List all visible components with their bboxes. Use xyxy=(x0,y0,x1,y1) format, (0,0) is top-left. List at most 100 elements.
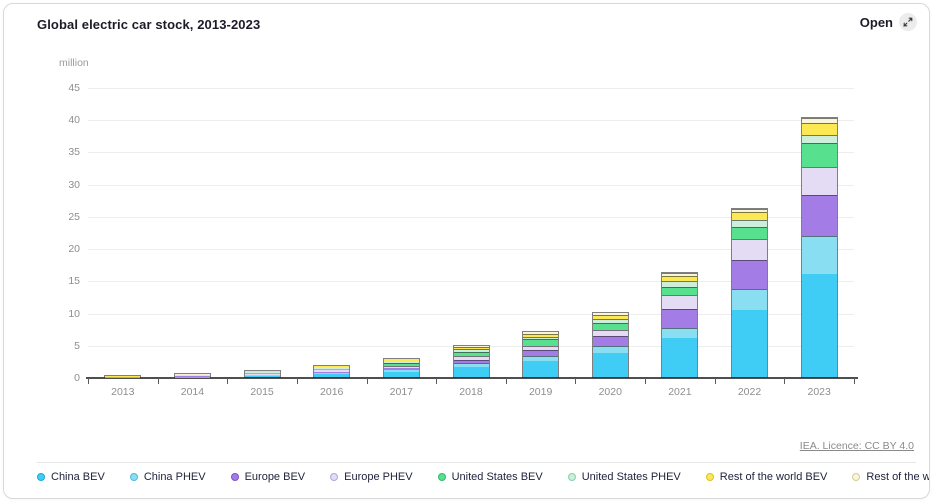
bar-segment[interactable] xyxy=(662,295,697,309)
legend-item[interactable]: China PHEV xyxy=(130,471,206,483)
stacked-bar-2017[interactable] xyxy=(383,358,420,378)
bar-segment[interactable] xyxy=(732,289,767,310)
gridline xyxy=(88,152,854,153)
x-axis-tick xyxy=(854,378,855,384)
bar-segment[interactable] xyxy=(802,123,837,134)
stacked-bar-2023[interactable] xyxy=(801,117,838,378)
legend-dot-icon xyxy=(852,473,860,481)
bar-segment[interactable] xyxy=(662,328,697,338)
bar-segment[interactable] xyxy=(802,236,837,274)
x-axis-tick xyxy=(436,378,437,384)
stacked-bar-2013[interactable] xyxy=(104,375,141,378)
bar-segment[interactable] xyxy=(732,227,767,239)
legend-item[interactable]: China BEV xyxy=(37,471,105,483)
stacked-bar-2022[interactable] xyxy=(731,208,768,378)
bar-segment[interactable] xyxy=(454,367,489,377)
y-axis-label: 30 xyxy=(48,179,80,191)
legend-item[interactable]: Rest of the world PHEV xyxy=(852,471,930,483)
bar-segment[interactable] xyxy=(802,195,837,237)
legend-dot-icon xyxy=(706,473,714,481)
legend-dot-icon xyxy=(330,473,338,481)
x-axis-label: 2018 xyxy=(436,386,506,398)
legend-item[interactable]: Europe PHEV xyxy=(330,471,412,483)
legend-label: United States BEV xyxy=(452,471,543,483)
y-axis-label: 35 xyxy=(48,146,80,158)
bar-segment[interactable] xyxy=(732,260,767,289)
y-axis-label: 15 xyxy=(48,275,80,287)
legend-label: China BEV xyxy=(51,471,105,483)
bar-segment[interactable] xyxy=(732,212,767,220)
stacked-bar-2016[interactable] xyxy=(313,365,350,378)
x-axis-label: 2016 xyxy=(297,386,367,398)
stacked-bar-2021[interactable] xyxy=(661,272,698,378)
x-axis-tick xyxy=(297,378,298,384)
legend-item[interactable]: United States PHEV xyxy=(568,471,681,483)
open-button-label: Open xyxy=(860,15,893,30)
bar-segment[interactable] xyxy=(802,274,837,377)
stacked-bar-2014[interactable] xyxy=(174,373,211,378)
legend-dot-icon xyxy=(231,473,239,481)
bar-segment[interactable] xyxy=(662,287,697,296)
y-axis-label: 25 xyxy=(48,211,80,223)
bar-segment[interactable] xyxy=(802,143,837,167)
x-axis-tick xyxy=(645,378,646,384)
bar-segment[interactable] xyxy=(523,361,558,377)
bar-segment[interactable] xyxy=(732,239,767,261)
legend-label: Rest of the world PHEV xyxy=(866,471,930,483)
stacked-bar-2015[interactable] xyxy=(244,370,281,378)
chart-card: Global electric car stock, 2013-2023 Ope… xyxy=(3,3,930,499)
x-axis-label: 2013 xyxy=(88,386,158,398)
x-axis-tick xyxy=(227,378,228,384)
y-axis-label: 0 xyxy=(48,372,80,384)
legend-label: Europe PHEV xyxy=(344,471,412,483)
bar-segment[interactable] xyxy=(802,167,837,195)
gridline xyxy=(88,185,854,186)
stacked-bar-2020[interactable] xyxy=(592,312,629,378)
x-axis-label: 2019 xyxy=(506,386,576,398)
x-axis-label: 2023 xyxy=(784,386,854,398)
x-axis-label: 2022 xyxy=(715,386,785,398)
plot-area xyxy=(88,88,854,378)
bar-segment[interactable] xyxy=(314,374,349,377)
bar-segment[interactable] xyxy=(593,336,628,345)
legend-item[interactable]: Rest of the world BEV xyxy=(706,471,828,483)
legend: China BEV China PHEV Europe BEV Europe PHEV… xyxy=(37,471,919,483)
legend-label: United States PHEV xyxy=(582,471,681,483)
bar-segment[interactable] xyxy=(245,376,280,377)
attribution-link[interactable]: IEA. Licence: CC BY 4.0 xyxy=(800,440,914,452)
bar-segment[interactable] xyxy=(662,309,697,327)
x-axis-tick xyxy=(367,378,368,384)
bar-segment[interactable] xyxy=(662,338,697,377)
y-axis-label: 5 xyxy=(48,340,80,352)
x-axis-tick xyxy=(88,378,89,384)
bar-segment[interactable] xyxy=(593,323,628,330)
bar-segment[interactable] xyxy=(732,310,767,377)
legend-item[interactable]: Europe BEV xyxy=(231,471,306,483)
legend-divider xyxy=(37,462,916,463)
stacked-bar-2019[interactable] xyxy=(522,331,559,378)
expand-diagonal-arrows-icon xyxy=(899,13,917,31)
legend-item[interactable]: United States BEV xyxy=(438,471,543,483)
legend-dot-icon xyxy=(568,473,576,481)
y-axis-unit-label: million xyxy=(59,57,89,69)
bar-segment[interactable] xyxy=(593,346,628,353)
bar-segment[interactable] xyxy=(384,372,419,377)
gridline xyxy=(88,88,854,89)
x-axis-tick xyxy=(506,378,507,384)
bar-segment[interactable] xyxy=(593,353,628,377)
bar-segment[interactable] xyxy=(593,330,628,337)
y-axis-label: 45 xyxy=(48,82,80,94)
legend-label: Europe BEV xyxy=(245,471,306,483)
gridline xyxy=(88,120,854,121)
open-button[interactable]: Open xyxy=(860,13,917,31)
x-axis-tick xyxy=(784,378,785,384)
x-axis-tick xyxy=(158,378,159,384)
y-axis-label: 10 xyxy=(48,308,80,320)
legend-dot-icon xyxy=(37,473,45,481)
x-axis-tick xyxy=(715,378,716,384)
bar-segment[interactable] xyxy=(802,135,837,143)
x-axis-label: 2014 xyxy=(158,386,228,398)
legend-dot-icon xyxy=(130,473,138,481)
legend-label: Rest of the world BEV xyxy=(720,471,828,483)
stacked-bar-2018[interactable] xyxy=(453,345,490,378)
